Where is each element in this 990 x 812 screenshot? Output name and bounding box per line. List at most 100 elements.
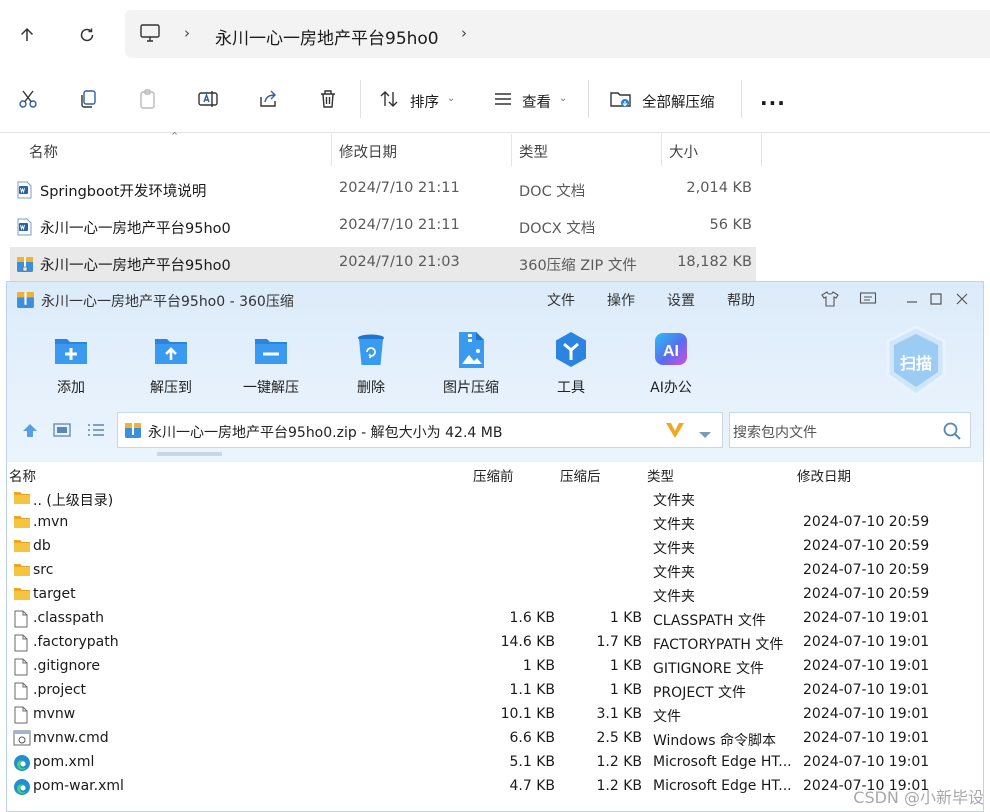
archive-row[interactable]: .classpath 1.6 KB 1 KB CLASSPATH 文件 2024-07-…: [7, 607, 983, 631]
refresh-icon[interactable]: [72, 20, 102, 50]
menu-file[interactable]: 文件: [547, 290, 575, 310]
view-button[interactable]: 查看: [522, 91, 551, 112]
column-divider[interactable]: [661, 134, 662, 166]
entry-name: src: [33, 562, 54, 578]
file-row-selected[interactable]: 永川一心一房地产平台95ho0 2024/7/10 21:03 360压缩 ZI…: [10, 247, 756, 281]
zip-window-header: 永川一心一房地产平台95ho0 - 360压缩 文件 操作 设置 帮助 添加 解…: [7, 282, 983, 462]
column-header-after[interactable]: 压缩后: [560, 465, 601, 485]
ai-office-button[interactable]: AI AI办公: [626, 326, 716, 398]
entry-name: .classpath: [33, 610, 105, 626]
menu-settings[interactable]: 设置: [667, 290, 695, 310]
tool-label: 图片压缩: [443, 380, 499, 396]
archive-row[interactable]: db 文件夹 2024-07-10 20:59: [7, 535, 983, 559]
scan-label: 扫描: [899, 354, 932, 373]
entry-name: .factorypath: [33, 634, 119, 650]
tools-button[interactable]: 工具: [526, 326, 616, 398]
archive-row[interactable]: src 文件夹 2024-07-10 20:59: [7, 559, 983, 583]
column-divider[interactable]: [331, 134, 332, 166]
feedback-icon[interactable]: [857, 288, 879, 310]
svg-text:AI: AI: [663, 343, 679, 360]
column-header-before[interactable]: 压缩前: [473, 465, 514, 485]
more-options-button[interactable]: ...: [760, 86, 786, 110]
column-header-type[interactable]: 类型: [519, 141, 548, 162]
one-click-extract-icon: [251, 329, 291, 371]
minimize-icon[interactable]: [901, 288, 923, 310]
paste-icon[interactable]: [133, 84, 163, 114]
file-size: 56 KB: [709, 217, 752, 233]
thumbnail-view-icon[interactable]: [53, 422, 71, 442]
archive-row[interactable]: .gitignore 1 KB 1 KB GITIGNORE 文件 2024-07-10…: [7, 655, 983, 679]
archive-row[interactable]: target 文件夹 2024-07-10 20:59: [7, 583, 983, 607]
column-header-date[interactable]: 修改日期: [797, 465, 851, 485]
file-row[interactable]: 永川一心一房地产平台95ho0 2024/7/10 21:11 DOCX 文档 …: [10, 210, 756, 244]
scan-button[interactable]: 扫描: [883, 324, 949, 398]
zip-archive-window: 永川一心一房地产平台95ho0 - 360压缩 文件 操作 设置 帮助 添加 解…: [6, 281, 984, 812]
file-icon: [13, 706, 31, 724]
rename-icon[interactable]: [193, 84, 223, 114]
entry-name: .gitignore: [33, 658, 100, 674]
archive-row[interactable]: mvnw 10.1 KB 3.1 KB 文件 2024-07-10 19:01: [7, 703, 983, 727]
list-view-icon[interactable]: [87, 422, 105, 442]
extract-all-icon[interactable]: [606, 84, 636, 114]
entry-name: pom-war.xml: [33, 778, 124, 794]
search-input[interactable]: 搜索包内文件: [729, 412, 971, 448]
archive-row[interactable]: pom.xml 5.1 KB 1.2 KB Microsoft Edge HT... 2…: [7, 751, 983, 775]
archive-row[interactable]: pom-war.xml 4.7 KB 1.2 KB Microsoft Edge HT…: [7, 775, 983, 799]
view-icon[interactable]: [488, 84, 518, 114]
zip-app-icon: [16, 290, 35, 313]
dropdown-arrow-icon[interactable]: [698, 425, 712, 444]
tools-icon: [551, 329, 591, 371]
skin-shirt-icon[interactable]: [819, 288, 841, 310]
column-header-size[interactable]: 大小: [669, 141, 698, 162]
breadcrumb-folder[interactable]: 永川一心一房地产平台95ho0: [215, 24, 439, 49]
archive-path-field[interactable]: 永川一心一房地产平台95ho0.zip - 解包大小为 42.4 MB: [117, 412, 723, 448]
image-compress-icon: [451, 329, 491, 371]
cut-icon[interactable]: [13, 84, 43, 114]
computer-icon: [139, 23, 161, 47]
image-compress-button[interactable]: 图片压缩: [426, 326, 516, 398]
archive-list-header: 名称 压缩前 压缩后 类型 修改日期: [7, 462, 983, 486]
delete-button[interactable]: 删除: [326, 326, 416, 398]
archive-row[interactable]: .mvn 文件夹 2024-07-10 20:59: [7, 511, 983, 535]
up-level-icon[interactable]: [21, 422, 39, 442]
search-icon[interactable]: [942, 421, 962, 445]
maximize-icon[interactable]: [925, 288, 947, 310]
column-header-name[interactable]: 名称: [9, 465, 36, 485]
entry-type: 文件夹: [653, 541, 695, 557]
delete-icon[interactable]: [313, 84, 343, 114]
share-icon[interactable]: [253, 84, 283, 114]
sort-button[interactable]: 排序: [410, 91, 439, 112]
entry-type: Microsoft Edge HT...: [653, 754, 792, 770]
vip-v-icon[interactable]: [664, 420, 686, 444]
archive-row[interactable]: .. (上级目录) 文件夹: [7, 487, 983, 511]
close-icon[interactable]: [951, 288, 973, 310]
archive-row[interactable]: mvnw.cmd 6.6 KB 2.5 KB Windows 命令脚本 2024-07-…: [7, 727, 983, 751]
file-icon: [13, 634, 31, 652]
add-button[interactable]: 添加: [26, 326, 116, 398]
column-divider[interactable]: [761, 134, 762, 166]
tool-label: AI办公: [650, 380, 692, 396]
address-bar[interactable]: › 永川一心一房地产平台95ho0 ›: [125, 10, 990, 58]
up-arrow-icon[interactable]: [12, 20, 42, 50]
file-row[interactable]: Springboot开发环境说明 2024/7/10 21:11 DOC 文档 …: [10, 173, 756, 207]
column-divider[interactable]: [511, 134, 512, 166]
archive-row[interactable]: .project 1.1 KB 1 KB PROJECT 文件 2024-07-10 1…: [7, 679, 983, 703]
folder-icon: [13, 514, 31, 531]
splitter-handle[interactable]: [157, 452, 222, 456]
copy-icon[interactable]: [73, 84, 103, 114]
one-click-extract-button[interactable]: 一键解压: [226, 326, 316, 398]
extract-all-button[interactable]: 全部解压缩: [642, 91, 715, 112]
entry-name: .project: [33, 682, 87, 698]
menu-operation[interactable]: 操作: [607, 290, 635, 310]
file-type: DOCX 文档: [519, 221, 596, 237]
menu-help[interactable]: 帮助: [727, 290, 755, 310]
column-header-type[interactable]: 类型: [647, 465, 674, 485]
archive-row[interactable]: .factorypath 14.6 KB 1.7 KB FACTORYPATH 文件 2…: [7, 631, 983, 655]
entry-date: 2024-07-10 20:59: [803, 586, 930, 602]
entry-date: 2024-07-10 19:01: [803, 658, 930, 674]
extract-to-button[interactable]: 解压到: [126, 326, 216, 398]
column-header-date[interactable]: 修改日期: [339, 141, 397, 162]
entry-date: 2024-07-10 20:59: [803, 562, 930, 578]
column-header-name[interactable]: 名称: [29, 141, 58, 162]
sort-icon[interactable]: [374, 84, 404, 114]
